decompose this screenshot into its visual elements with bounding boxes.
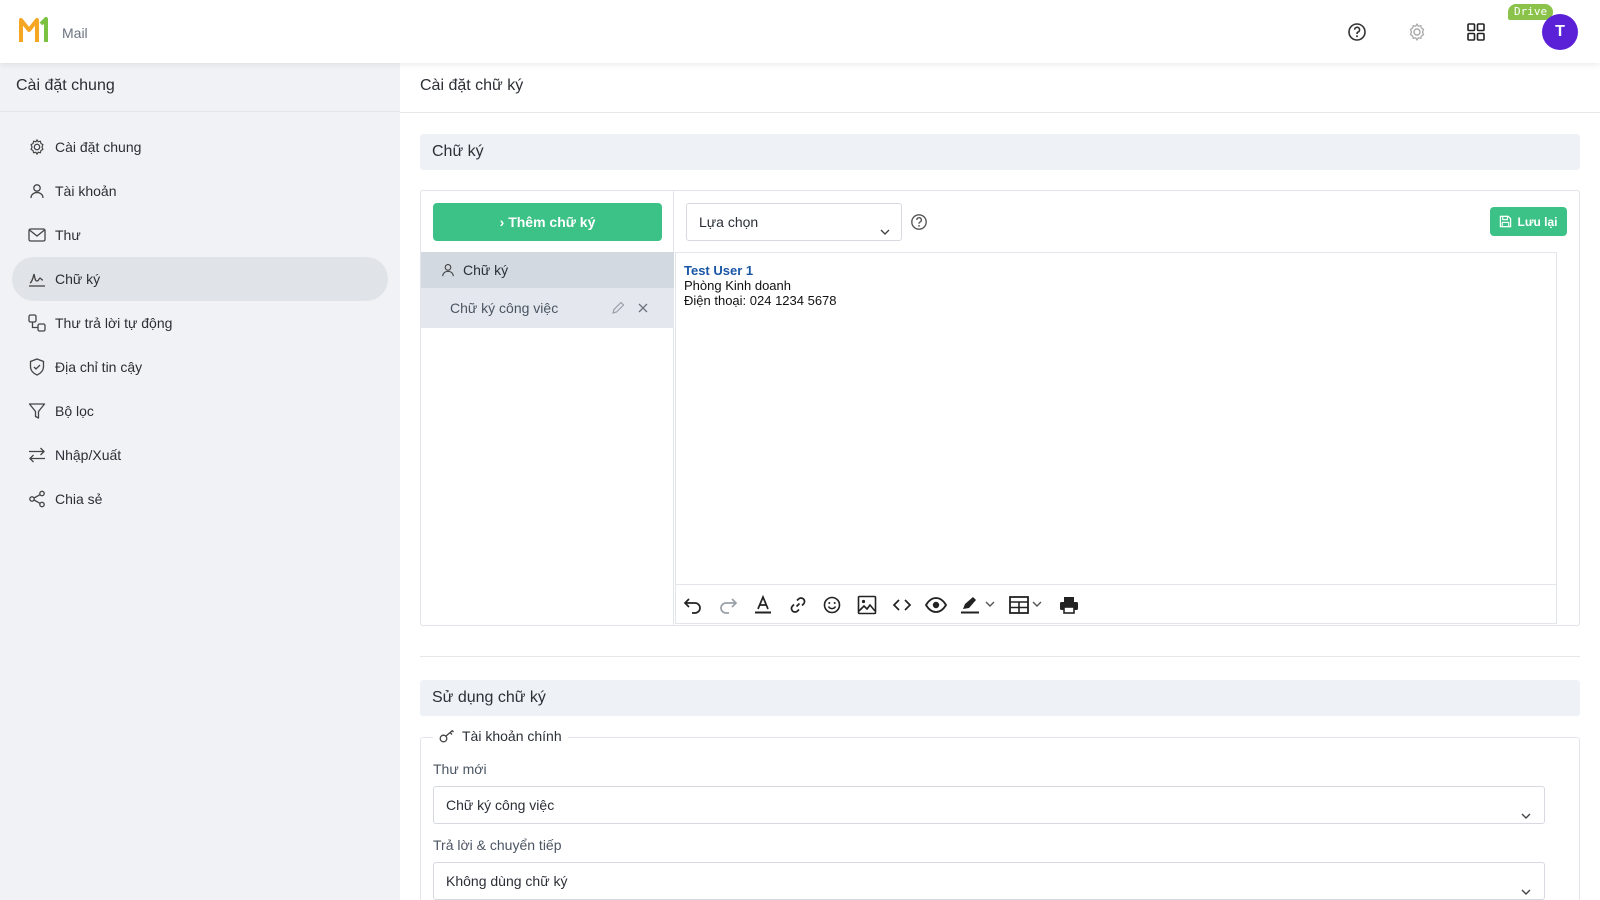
signature-select-value: Lựa chọn [699, 214, 759, 230]
main-account-fieldset: Tài khoản chính Thư mới Chữ ký công việc… [420, 728, 1580, 900]
key-icon [439, 729, 455, 743]
save-button-label: Lưu lại [1517, 214, 1558, 229]
sidebar: Cài đặt chung Cài đặt chung Tài khoản Th… [0, 63, 400, 900]
account-legend: Tài khoản chính [433, 728, 568, 744]
new-mail-signature-value: Chữ ký công việc [446, 797, 555, 813]
sidebar-item-import-export[interactable]: Nhập/Xuất [12, 433, 388, 477]
signature-edit-area: Lựa chọn Lưu lại Test User 1 Phòng Kinh … [674, 191, 1579, 625]
sidebar-item-label: Chữ ký [55, 271, 101, 287]
gear-icon [28, 138, 46, 156]
share-icon [28, 490, 46, 508]
rich-text-editor[interactable]: Test User 1 Phòng Kinh doanh Điện thoại:… [675, 252, 1557, 624]
edit-icon[interactable] [609, 299, 627, 317]
chevron-down-icon [1520, 799, 1532, 835]
main-content: Cài đặt chữ ký Chữ ký › Thêm chữ ký Chữ … [400, 63, 1600, 900]
signature-group-label: Chữ ký [463, 262, 509, 278]
sidebar-item-account[interactable]: Tài khoản [12, 169, 388, 213]
new-mail-signature-select[interactable]: Chữ ký công việc [433, 786, 1545, 824]
reply-forward-signature-select[interactable]: Không dùng chữ ký [433, 862, 1545, 900]
signature-list-panel: › Thêm chữ ký Chữ ký Chữ ký công việc [421, 191, 674, 625]
avatar[interactable]: T [1542, 14, 1578, 50]
sidebar-menu: Cài đặt chung Tài khoản Thư Chữ ký Thư t… [12, 125, 388, 521]
shield-icon [28, 358, 46, 376]
sidebar-divider [0, 111, 400, 112]
sidebar-item-label: Chia sẻ [55, 491, 103, 507]
signature-name: Chữ ký công việc [450, 300, 559, 316]
reply-forward-signature-value: Không dùng chữ ký [446, 873, 568, 889]
apps-grid-icon[interactable] [1464, 20, 1488, 44]
section-divider [420, 656, 1580, 657]
save-button[interactable]: Lưu lại [1490, 207, 1567, 236]
sidebar-item-general-settings[interactable]: Cài đặt chung [12, 125, 388, 169]
signature-name-line: Test User 1 [684, 263, 754, 278]
help-icon[interactable] [910, 213, 928, 236]
preview-eye-icon[interactable] [925, 595, 947, 615]
user-icon [28, 182, 46, 200]
editor-toolbar [676, 584, 1556, 624]
title-divider [400, 112, 1600, 113]
table-icon[interactable] [1009, 595, 1047, 615]
signature-department-line: Phòng Kinh doanh [684, 278, 791, 293]
drive-badge[interactable]: Drive [1508, 4, 1554, 20]
sidebar-item-mail[interactable]: Thư [12, 213, 388, 257]
source-code-icon[interactable] [892, 595, 912, 615]
account-legend-label: Tài khoản chính [462, 728, 562, 744]
editor-content[interactable]: Test User 1 Phòng Kinh doanh Điện thoại:… [684, 263, 837, 308]
page-title: Cài đặt chữ ký [420, 77, 524, 94]
help-icon[interactable] [1345, 20, 1369, 44]
signature-group-row[interactable]: Chữ ký [421, 252, 674, 288]
sidebar-item-label: Thư trả lời tự động [55, 315, 173, 331]
import-export-icon [28, 446, 46, 464]
sidebar-item-label: Nhập/Xuất [55, 447, 122, 463]
auto-reply-icon [28, 314, 46, 332]
sidebar-item-label: Địa chỉ tin cậy [55, 359, 143, 375]
sidebar-item-trusted-addresses[interactable]: Địa chỉ tin cậy [12, 345, 388, 389]
redo-icon[interactable] [718, 595, 738, 615]
undo-icon[interactable] [683, 595, 703, 615]
new-mail-label: Thư mới [433, 761, 487, 777]
signature-select[interactable]: Lựa chọn [686, 203, 902, 241]
chevron-down-icon [879, 215, 891, 251]
emoji-icon[interactable] [823, 595, 841, 615]
sidebar-item-label: Cài đặt chung [55, 139, 142, 155]
sidebar-item-label: Bộ lọc [55, 403, 94, 419]
top-bar: Mail Drive T [0, 0, 1600, 63]
usage-section-header: Sử dụng chữ ký [420, 680, 1580, 716]
save-icon [1499, 215, 1512, 228]
signature-phone-line: Điện thoại: 024 1234 5678 [684, 293, 837, 308]
chevron-down-icon [1520, 875, 1532, 900]
sidebar-item-share[interactable]: Chia sẻ [12, 477, 388, 521]
filter-icon [28, 402, 46, 420]
gear-icon[interactable] [1405, 20, 1429, 44]
sidebar-item-label: Thư [55, 227, 81, 243]
sidebar-item-label: Tài khoản [55, 183, 117, 199]
logo-icon[interactable] [19, 16, 51, 44]
signature-icon [28, 270, 46, 288]
sidebar-item-filters[interactable]: Bộ lọc [12, 389, 388, 433]
list-item[interactable]: Chữ ký công việc [421, 288, 674, 328]
print-icon[interactable] [1059, 595, 1079, 615]
sidebar-item-signature[interactable]: Chữ ký [12, 257, 388, 301]
link-icon[interactable] [788, 595, 808, 615]
signature-editor-panel: › Thêm chữ ký Chữ ký Chữ ký công việc Lự… [420, 190, 1580, 626]
reply-forward-label: Trả lời & chuyển tiếp [433, 837, 562, 853]
signature-section-header: Chữ ký [420, 134, 1580, 170]
text-color-icon[interactable] [753, 595, 773, 615]
highlight-color-icon[interactable] [960, 595, 998, 615]
sidebar-item-auto-reply[interactable]: Thư trả lời tự động [12, 301, 388, 345]
app-name: Mail [62, 25, 88, 41]
add-signature-button[interactable]: › Thêm chữ ký [433, 203, 662, 241]
mail-icon [28, 226, 46, 244]
image-icon[interactable] [857, 595, 877, 615]
user-icon [441, 263, 455, 277]
sidebar-title: Cài đặt chung [16, 77, 115, 94]
close-icon[interactable] [634, 299, 652, 317]
